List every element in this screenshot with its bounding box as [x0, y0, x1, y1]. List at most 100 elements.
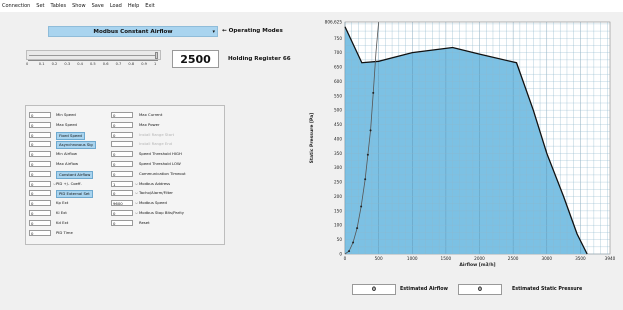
y-tick-label: 600	[334, 79, 342, 84]
parameter-value-input[interactable]: 0	[29, 190, 51, 197]
parameter-value-input[interactable]: 1	[111, 180, 133, 187]
parameter-value-input[interactable]: 0	[29, 210, 51, 216]
parameter-label[interactable]: Fixed Speed	[56, 131, 85, 140]
parameter-label[interactable]: Asynchronous Sig	[56, 141, 96, 150]
operating-mode-value: Modbus Constant Airflow	[93, 29, 173, 35]
parameter-label: Kp Ext	[56, 200, 69, 206]
parameter-label: Install Range End	[139, 141, 173, 147]
estimated-pressure-field[interactable]: 0	[458, 284, 502, 295]
menu-show[interactable]: Show	[72, 0, 86, 12]
slider-thumb[interactable]	[155, 52, 158, 59]
y-axis-label: Static Pressure [Pa]	[309, 113, 315, 164]
system-curve-point	[356, 227, 359, 230]
parameter-label: PID +/- Coeff.	[56, 180, 82, 186]
parameter-value-input[interactable]: 0	[29, 131, 51, 138]
x-tick-label: 2000	[474, 256, 485, 261]
operating-modes-label: ← Operating Modes	[222, 28, 283, 34]
y-tick-label: 750	[334, 36, 342, 41]
register-label: Holding Register 66	[228, 56, 291, 62]
parameter-label[interactable]: Constant Airflow	[56, 170, 94, 179]
parameter-value-input[interactable]: 0	[29, 170, 51, 177]
parameter-value-input[interactable]: 0	[111, 210, 133, 216]
x-tick-label: 2500	[508, 256, 519, 261]
x-tick-label: 1000	[407, 256, 418, 261]
parameter-label: Max Current	[139, 112, 163, 117]
y-tick-label: 350	[334, 151, 342, 156]
y-tick-label: 50	[337, 237, 343, 242]
x-tick-label: 3500	[575, 256, 586, 261]
slider-scale-label: 0.6	[102, 62, 109, 66]
y-tick-label: 500	[334, 108, 342, 113]
parameter-value-input[interactable]: 9600	[111, 200, 133, 207]
parameter-label: Communication Timeout	[139, 170, 186, 176]
system-curve-point	[352, 241, 355, 244]
slider-scale-label: 0.1	[38, 62, 45, 66]
operating-modes-text: Operating Modes	[228, 28, 283, 34]
parameter-label: Min Speed	[56, 112, 76, 117]
menu-exit[interactable]: Exit	[145, 0, 154, 12]
y-tick-label: 0	[339, 252, 342, 257]
parameter-value-input[interactable]: 0	[111, 170, 133, 177]
parameter-value-input[interactable]: 0	[29, 141, 51, 148]
parameter-value-input[interactable]: 0	[111, 219, 133, 226]
parameter-panel: 0 Min Speed 0 Max Speed 0 Fixed Speed 0 Asynchr…	[25, 105, 225, 245]
slider-scale-label: 0.4	[77, 62, 83, 66]
parameter-label: Install Range Start	[139, 131, 175, 137]
estimated-airflow-label: Estimated Airflow	[400, 287, 448, 292]
parameter-value-input[interactable]: 0	[29, 112, 51, 118]
parameter-label: Reset	[139, 219, 150, 225]
chevron-down-icon[interactable]: ⌵	[135, 200, 138, 205]
operating-mode-select[interactable]: Modbus Constant Airflow ▾	[48, 26, 218, 37]
menu-save[interactable]: Save	[92, 0, 104, 12]
value-slider[interactable]	[26, 50, 161, 60]
parameter-label: Speed Threshold HIGH	[139, 151, 182, 157]
y-tick-label: 100	[334, 223, 342, 228]
parameter-value-input[interactable]: 0	[29, 151, 51, 158]
system-curve-point	[360, 205, 363, 208]
parameter-value-input[interactable]: 0	[111, 112, 133, 118]
parameter-label: PID Time	[56, 229, 73, 235]
parameter-value-input[interactable]: 0	[111, 190, 133, 197]
slider-scale-label: 0.8	[128, 62, 135, 66]
menu-set[interactable]: Set	[36, 0, 44, 12]
x-axis-label: Airflow [m3/h]	[459, 262, 495, 268]
register-value-field[interactable]: 2500	[172, 50, 219, 68]
parameter-label: Ki Ext	[56, 210, 67, 215]
slider-scale-label: 0.9	[141, 62, 147, 66]
x-tick-label: 500	[375, 256, 383, 261]
parameter-value-input[interactable]: 0	[111, 151, 133, 158]
menu-help[interactable]: Help	[128, 0, 139, 12]
parameter-value-input[interactable]: 0	[111, 131, 133, 138]
parameter-value-input[interactable]: 0	[29, 161, 51, 167]
parameter-value-input[interactable]: 0	[29, 219, 51, 226]
parameter-value-input[interactable]: 0	[29, 180, 51, 187]
parameter-value-input[interactable]: 0	[111, 161, 133, 167]
estimated-airflow-field[interactable]: 0	[352, 284, 396, 295]
parameter-label: Modbus Speed	[139, 200, 167, 206]
slider-scale-label: 0	[26, 62, 29, 66]
y-tick-label: 400	[334, 136, 342, 141]
chevron-down-icon[interactable]: ⌵	[135, 181, 138, 186]
chevron-down-icon[interactable]: ⌵	[135, 190, 138, 195]
parameter-value-input[interactable]: 0	[29, 229, 51, 236]
parameter-label: Max Speed	[56, 121, 77, 127]
y-tick-label: 700	[334, 50, 342, 55]
slider-scale-label: 0.2	[51, 62, 58, 66]
menu-connection[interactable]: Connection	[2, 0, 30, 12]
chevron-down-icon[interactable]: ⌵	[135, 210, 138, 215]
parameter-label[interactable]: PID External Set	[56, 190, 93, 199]
parameter-value-input[interactable]: 0	[29, 121, 51, 128]
operating-modes-arrow-icon: ←	[222, 28, 229, 34]
parameter-label: Speed Threshold LOW	[139, 161, 181, 166]
estimated-pressure-label: Estimated Static Pressure	[512, 287, 583, 292]
menu-tables[interactable]: Tables	[51, 0, 67, 12]
parameter-label: Tacho/Alarm/Filter	[139, 190, 173, 196]
menu-load[interactable]: Load	[110, 0, 122, 12]
menu-bar: Connection Set Tables Show Save Load Hel…	[0, 0, 623, 12]
parameter-label: Max Airflow	[56, 161, 79, 166]
parameter-label: Min Airflow	[56, 151, 77, 157]
parameter-value-input[interactable]: 0	[29, 200, 51, 207]
parameter-value-input[interactable]: 0	[111, 121, 133, 128]
parameter-value-input[interactable]	[111, 141, 133, 148]
fan-curve-chart: 806,625750700650600550500450400350300250…	[309, 20, 616, 269]
